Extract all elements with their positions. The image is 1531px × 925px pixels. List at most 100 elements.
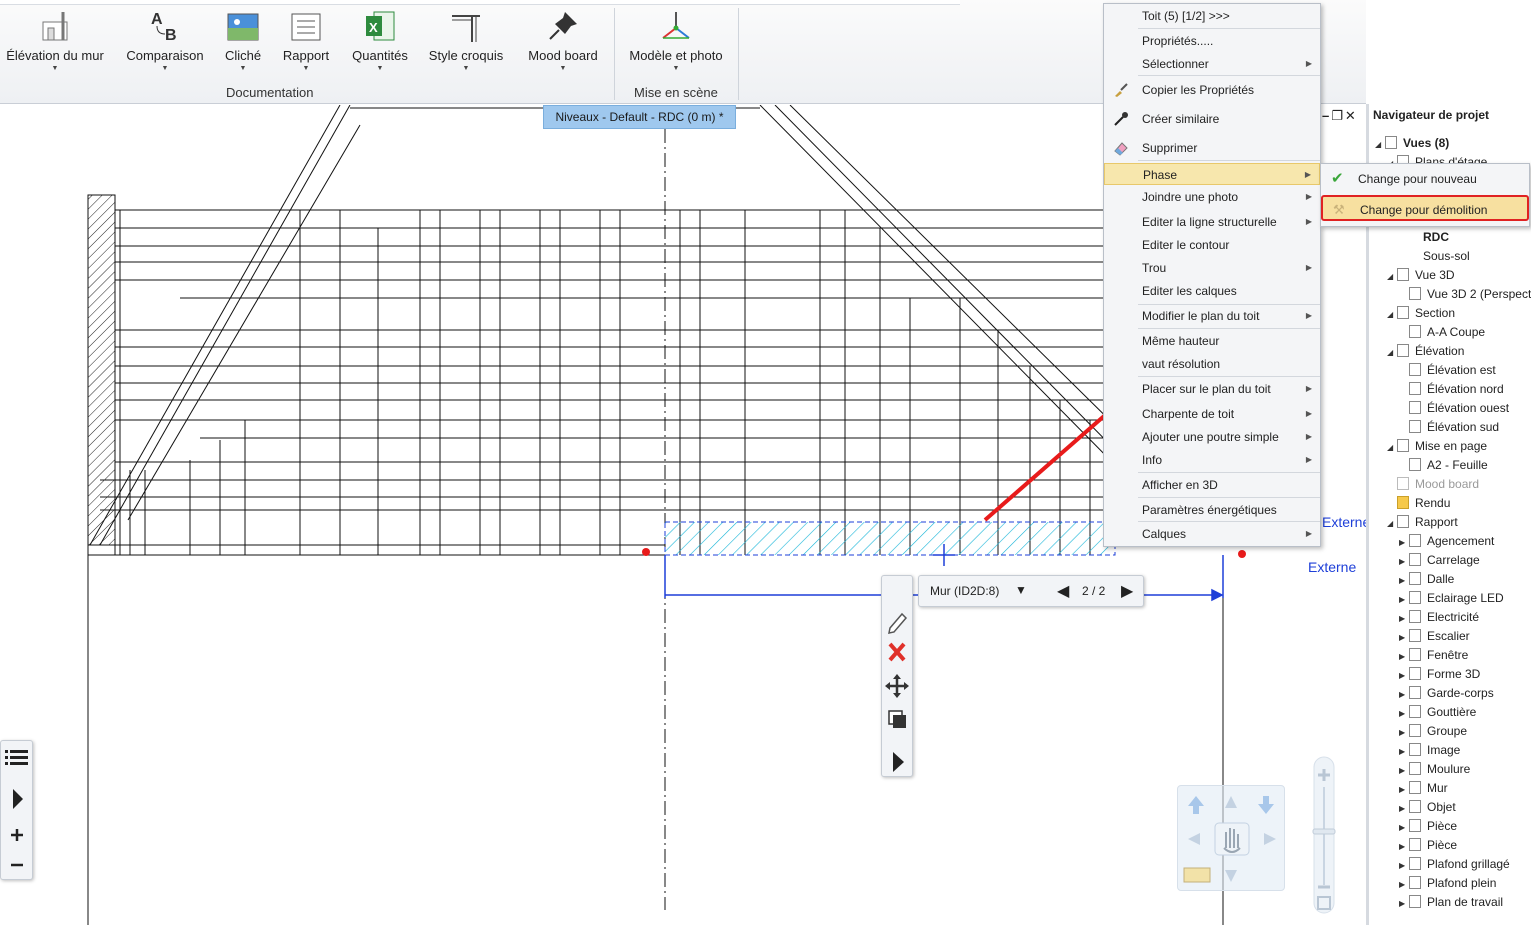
- tree-item-forme-3d[interactable]: ▶ Forme 3D: [1399, 665, 1480, 684]
- copy-icon[interactable]: [888, 710, 906, 728]
- tree-collapsed-icon[interactable]: ▶: [1399, 894, 1409, 913]
- tree-collapsed-icon[interactable]: ▶: [1399, 609, 1409, 628]
- quantities-button[interactable]: X Quantités ▼: [350, 8, 410, 72]
- tree-collapsed-icon[interactable]: ▶: [1399, 666, 1409, 685]
- menu-item-ajouter-une-poutre-simple[interactable]: Ajouter une poutre simple ▶: [1104, 426, 1320, 448]
- tree-collapsed-icon[interactable]: ▶: [1399, 742, 1409, 761]
- snapshot-button[interactable]: Cliché ▼: [222, 8, 264, 72]
- previous-icon[interactable]: ◀: [1057, 581, 1069, 601]
- menu-item-meme-hauteur[interactable]: Même hauteur: [1104, 330, 1320, 352]
- tree-item-section[interactable]: ◢ Section: [1387, 304, 1455, 323]
- tree-item-image[interactable]: ▶ Image: [1399, 741, 1460, 760]
- list-icon[interactable]: [5, 750, 28, 765]
- pan-up-icon[interactable]: [1225, 796, 1237, 808]
- tree-item-elevation-sud[interactable]: Élévation sud: [1399, 418, 1499, 437]
- tree-collapsed-icon[interactable]: ▶: [1399, 552, 1409, 571]
- tree-expanded-icon[interactable]: ◢: [1387, 267, 1397, 286]
- tree-item-fenetre[interactable]: ▶ Fenêtre: [1399, 646, 1468, 665]
- tree-collapsed-icon[interactable]: ▶: [1399, 628, 1409, 647]
- tree-collapsed-icon[interactable]: ▶: [1399, 723, 1409, 742]
- menu-item-phase[interactable]: Phase ▶: [1104, 163, 1320, 185]
- menu-item-charpente-de-toit[interactable]: Charpente de toit ▶: [1104, 403, 1320, 425]
- tree-item-elevation-est[interactable]: Élévation est: [1399, 361, 1496, 380]
- tree-item-plan-de-travail[interactable]: ▶ Plan de travail: [1399, 893, 1503, 912]
- window-controls[interactable]: –❐✕: [1322, 108, 1358, 124]
- minimize-icon[interactable]: –: [1322, 108, 1331, 123]
- tree-collapsed-icon[interactable]: ▶: [1399, 685, 1409, 704]
- pan-down-icon[interactable]: [1225, 870, 1237, 882]
- dropdown-arrow-icon[interactable]: ▼: [1015, 583, 1027, 597]
- tree-item-electricite[interactable]: ▶ Electricité: [1399, 608, 1479, 627]
- tree-item-carrelage[interactable]: ▶ Carrelage: [1399, 551, 1480, 570]
- menu-item-editer-la-ligne-structurelle[interactable]: Editer la ligne structurelle ▶: [1104, 211, 1320, 233]
- menu-item-placer-sur-le-plan-du-toit[interactable]: Placer sur le plan du toit ▶: [1104, 378, 1320, 400]
- tree-item-elevation-nord[interactable]: Élévation nord: [1399, 380, 1504, 399]
- tree-expanded-icon[interactable]: ◢: [1387, 305, 1397, 324]
- tree-collapsed-icon[interactable]: ▶: [1399, 571, 1409, 590]
- tree-collapsed-icon[interactable]: ▶: [1399, 704, 1409, 723]
- menu-item-selectionner[interactable]: Sélectionner ▶: [1104, 53, 1320, 75]
- tree-collapsed-icon[interactable]: ▶: [1399, 590, 1409, 609]
- tree-expanded-icon[interactable]: ◢: [1375, 135, 1385, 154]
- menu-item-proprietes[interactable]: Propriétés.....: [1104, 30, 1320, 52]
- tree-item-mise-en-page[interactable]: ◢ Mise en page: [1387, 437, 1487, 456]
- menu-item-vaut-resolution[interactable]: vaut résolution: [1104, 353, 1320, 375]
- wall-elevation-button[interactable]: Élévation du mur ▼: [4, 8, 106, 72]
- tree-item-piece[interactable]: ▶ Pièce: [1399, 817, 1457, 836]
- pencil-icon[interactable]: [888, 612, 908, 634]
- tree-item-sous-sol[interactable]: Sous-sol: [1413, 247, 1470, 266]
- navigation-pad[interactable]: [1177, 785, 1285, 891]
- tree-item-a-a-coupe[interactable]: A-A Coupe: [1399, 323, 1485, 342]
- tree-item-garde-corps[interactable]: ▶ Garde-corps: [1399, 684, 1494, 703]
- tree-item-rdc[interactable]: RDC: [1413, 228, 1449, 247]
- mood-board-button[interactable]: Mood board ▼: [522, 8, 604, 72]
- tree-item-piece[interactable]: ▶ Pièce: [1399, 836, 1457, 855]
- pan-right-icon[interactable]: [1264, 833, 1276, 845]
- zoom-in-icon[interactable]: [11, 829, 23, 841]
- menu-item-trou[interactable]: Trou ▶: [1104, 257, 1320, 279]
- tree-collapsed-icon[interactable]: ▶: [1399, 837, 1409, 856]
- menu-item-editer-les-calques[interactable]: Editer les calques: [1104, 280, 1320, 302]
- tree-collapsed-icon[interactable]: ▶: [1399, 647, 1409, 666]
- menu-item-modifier-le-plan-du-toit[interactable]: Modifier le plan du toit ▶: [1104, 305, 1320, 327]
- menu-item-change-to-new[interactable]: ✔ Change pour nouveau: [1321, 166, 1529, 192]
- menu-item-creer-similaire[interactable]: Créer similaire: [1104, 108, 1320, 130]
- level-tab[interactable]: Niveaux - Default - RDC (0 m) *: [543, 105, 736, 129]
- expand-arrow-icon[interactable]: [13, 789, 23, 809]
- restore-icon[interactable]: ❐: [1331, 108, 1345, 123]
- tree-expanded-icon[interactable]: ◢: [1387, 438, 1397, 457]
- tree-item-rapport[interactable]: ◢ Rapport: [1387, 513, 1458, 532]
- tree-item-gouttiere[interactable]: ▶ Gouttière: [1399, 703, 1476, 722]
- tree-item-rendu[interactable]: Rendu: [1387, 494, 1450, 513]
- menu-item-copier-les-proprietes[interactable]: Copier les Propriétés: [1104, 79, 1320, 101]
- menu-item-calques[interactable]: Calques ▶: [1104, 523, 1320, 545]
- tree-expanded-icon[interactable]: ◢: [1387, 514, 1397, 533]
- report-button[interactable]: Rapport ▼: [280, 8, 332, 72]
- menu-item-editer-le-contour[interactable]: Editer le contour: [1104, 234, 1320, 256]
- tree-collapsed-icon[interactable]: ▶: [1399, 856, 1409, 875]
- tree-item-vue-3d-2-perspective[interactable]: Vue 3D 2 (Perspective): [1399, 285, 1531, 304]
- menu-item-change-to-demolition[interactable]: ⚒ Change pour démolition: [1321, 195, 1529, 221]
- menu-item-toit-5-1-2[interactable]: Toit (5) [1/2] >>>: [1104, 5, 1320, 27]
- tree-item-elevation-ouest[interactable]: Élévation ouest: [1399, 399, 1509, 418]
- comparison-button[interactable]: AB Comparaison ▼: [122, 8, 208, 72]
- tree-expanded-icon[interactable]: ◢: [1387, 343, 1397, 362]
- menu-item-joindre-une-photo[interactable]: Joindre une photo ▶: [1104, 186, 1320, 208]
- menu-item-afficher-en-3d[interactable]: Afficher en 3D: [1104, 474, 1320, 496]
- pan-left-icon[interactable]: [1188, 833, 1200, 845]
- tree-item-mur[interactable]: ▶ Mur: [1399, 779, 1448, 798]
- overview-icon[interactable]: [1183, 867, 1211, 883]
- tree-collapsed-icon[interactable]: ▶: [1399, 533, 1409, 552]
- tree-item-escalier[interactable]: ▶ Escalier: [1399, 627, 1470, 646]
- tree-item-agencement[interactable]: ▶ Agencement: [1399, 532, 1494, 551]
- tree-item-a2-feuille[interactable]: A2 - Feuille: [1399, 456, 1488, 475]
- tree-collapsed-icon[interactable]: ▶: [1399, 780, 1409, 799]
- tree-item-vues-8[interactable]: ◢ Vues (8): [1375, 134, 1449, 153]
- next-icon[interactable]: ▶: [1121, 581, 1133, 601]
- delete-icon[interactable]: [888, 642, 906, 662]
- tree-item-plafond-grillage[interactable]: ▶ Plafond grillagé: [1399, 855, 1510, 874]
- up-arrow-icon[interactable]: [1188, 796, 1204, 814]
- tree-item-mood-board[interactable]: Mood board: [1387, 475, 1479, 494]
- model-photo-button[interactable]: Modèle et photo ▼: [624, 8, 728, 72]
- close-icon[interactable]: ✕: [1345, 108, 1358, 123]
